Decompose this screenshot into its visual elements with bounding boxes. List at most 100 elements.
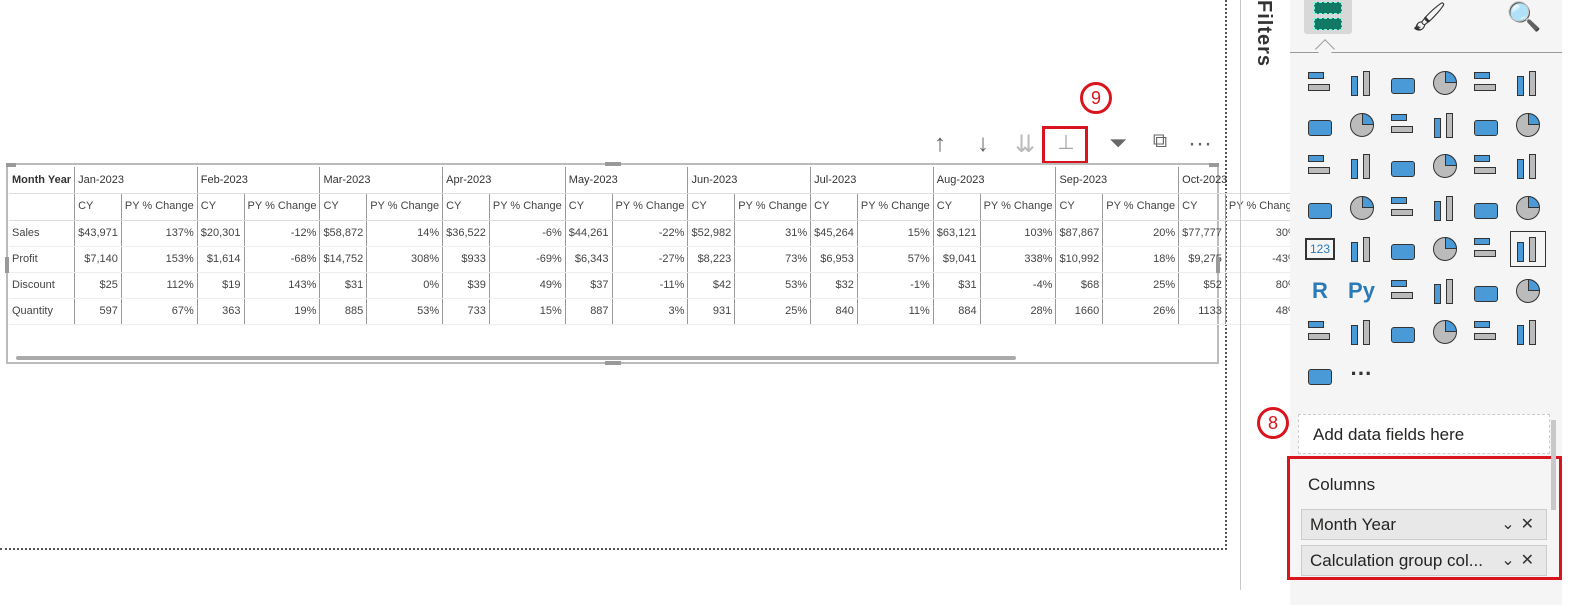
100-stacked-column-icon[interactable] — [1513, 68, 1543, 98]
treemap-icon[interactable] — [1305, 193, 1335, 223]
donut-icon[interactable] — [1513, 151, 1543, 181]
scatter-icon[interactable] — [1430, 151, 1460, 181]
cy-header[interactable]: CY — [687, 193, 735, 221]
analytics-icon[interactable]: 🔍 — [1500, 0, 1548, 34]
resize-handle[interactable] — [605, 162, 621, 166]
columns-label: Columns — [1308, 475, 1376, 494]
smart-narrative-card-icon[interactable] — [1388, 317, 1418, 347]
py-change-header[interactable]: PY % Change — [243, 193, 320, 221]
chevron-down-icon[interactable]: ⌄ — [1501, 516, 1520, 533]
month-header[interactable]: May-2023 — [564, 167, 688, 194]
stacked-bar-icon[interactable] — [1305, 68, 1335, 98]
resize-handle[interactable] — [1216, 257, 1220, 273]
cy-header[interactable]: CY — [1055, 193, 1103, 221]
qa-icon[interactable] — [1471, 276, 1501, 306]
table-icon[interactable] — [1471, 234, 1501, 264]
funnel-icon[interactable] — [1388, 151, 1418, 181]
horizontal-scrollbar[interactable] — [16, 356, 1016, 360]
line-stacked-column-icon[interactable] — [1513, 110, 1543, 140]
field-pill-month-year[interactable]: Month Year ⌄✕ — [1301, 509, 1547, 540]
resize-handle[interactable] — [605, 361, 621, 365]
py-change-header[interactable]: PY % Change — [1102, 193, 1179, 221]
month-header[interactable]: Feb-2023 — [196, 167, 320, 194]
drill-up-icon[interactable]: ↑ — [925, 130, 955, 158]
py-change-header[interactable]: PY % Change — [366, 193, 443, 221]
close-icon[interactable]: ✕ — [1521, 516, 1540, 533]
py-change-header[interactable]: PY % Change — [734, 193, 811, 221]
gauge-icon[interactable] — [1513, 193, 1543, 223]
decomposition-tree-icon[interactable] — [1430, 276, 1460, 306]
power-apps-icon[interactable] — [1513, 317, 1543, 347]
focus-mode-icon[interactable]: ⧉ — [1145, 130, 1175, 153]
power-bi-report-icon[interactable] — [1347, 317, 1377, 347]
area-icon[interactable] — [1347, 110, 1377, 140]
power-automate-icon[interactable] — [1305, 359, 1335, 389]
cy-header[interactable]: CY — [810, 193, 858, 221]
ribbon-icon[interactable] — [1305, 151, 1335, 181]
waterfall-icon[interactable] — [1347, 151, 1377, 181]
100-stacked-area-icon[interactable] — [1430, 110, 1460, 140]
chevron-down-icon[interactable]: ⌄ — [1501, 552, 1520, 569]
py-change-header[interactable]: PY % Change — [120, 193, 198, 221]
format-visual-icon[interactable]: 🖌 — [1405, 0, 1453, 34]
cy-header[interactable]: CY — [74, 193, 122, 221]
cy-header[interactable]: CY — [932, 193, 981, 221]
month-header[interactable]: Sep-2023 — [1055, 167, 1179, 194]
field-pill-calculation-group[interactable]: Calculation group col... ⌄✕ — [1301, 545, 1547, 576]
cy-header[interactable]: CY — [319, 193, 367, 221]
py-change-header[interactable]: PY % Change — [856, 193, 934, 221]
line-clustered-column-icon[interactable] — [1471, 110, 1501, 140]
py-change-header[interactable]: PY % Change — [488, 193, 566, 221]
slicer-icon[interactable] — [1430, 234, 1460, 264]
line-icon[interactable] — [1305, 110, 1335, 140]
resize-handle[interactable] — [1209, 163, 1219, 167]
py-change-header[interactable]: PY % Change — [979, 193, 1056, 221]
kpi-icon[interactable] — [1388, 234, 1418, 264]
card-icon[interactable]: 123 — [1305, 234, 1335, 264]
filled-map-icon[interactable] — [1388, 193, 1418, 223]
filter-icon[interactable]: ⏷ — [1103, 130, 1133, 156]
key-influencers-icon[interactable] — [1388, 276, 1418, 306]
r-visual-icon[interactable]: R — [1305, 276, 1335, 306]
shape-map-icon[interactable] — [1430, 193, 1460, 223]
resize-handle[interactable] — [6, 163, 16, 167]
goals-icon[interactable] — [1305, 317, 1335, 347]
cy-header[interactable]: CY — [442, 193, 490, 221]
matrix-visual[interactable]: Month Year Jan-2023 Feb-2023 Mar-2023 Apr-20… — [5, 162, 1301, 365]
map-icon[interactable] — [1347, 193, 1377, 223]
100-stacked-bar-icon[interactable] — [1471, 68, 1501, 98]
month-header[interactable]: Apr-2023 — [442, 167, 566, 194]
smart-narrative-slicer-icon[interactable] — [1430, 317, 1460, 347]
month-header[interactable]: Mar-2023 — [319, 167, 443, 194]
multi-row-card-icon[interactable] — [1347, 234, 1377, 264]
filters-label[interactable]: Filters — [1252, 0, 1275, 67]
build-visual-icon[interactable] — [1304, 0, 1352, 34]
more-icon[interactable]: ··· — [1347, 359, 1377, 389]
cy-header[interactable]: CY — [1178, 193, 1226, 221]
resize-handle[interactable] — [5, 257, 9, 273]
drill-down-icon[interactable]: ↓ — [968, 130, 998, 158]
filters-pane-collapsed[interactable] — [1229, 0, 1241, 590]
clustered-column-icon[interactable] — [1430, 68, 1460, 98]
cy-header[interactable]: CY — [196, 193, 245, 221]
month-header[interactable]: Jan-2023 — [74, 167, 198, 194]
arcgis-icon[interactable] — [1471, 317, 1501, 347]
month-header[interactable]: Jul-2023 — [810, 167, 934, 194]
month-header[interactable]: Aug-2023 — [932, 167, 1056, 194]
pane-scrollbar[interactable] — [1551, 420, 1556, 510]
more-options-icon[interactable]: ··· — [1185, 130, 1215, 158]
python-visual-icon[interactable]: Py — [1347, 276, 1377, 306]
clustered-bar-icon[interactable] — [1388, 68, 1418, 98]
pie-icon[interactable] — [1471, 151, 1501, 181]
py-change-cell: -11% — [611, 272, 688, 299]
month-header[interactable]: Jun-2023 — [687, 167, 811, 194]
stacked-column-icon[interactable] — [1347, 68, 1377, 98]
azure-map-icon[interactable] — [1471, 193, 1501, 223]
py-change-header[interactable]: PY % Change — [611, 193, 688, 221]
stacked-area-icon[interactable] — [1388, 110, 1418, 140]
close-icon[interactable]: ✕ — [1521, 552, 1540, 569]
cy-header[interactable]: CY — [564, 193, 613, 221]
expand-next-level-icon[interactable]: ⇊ — [1010, 130, 1040, 159]
paginated-report-icon[interactable] — [1513, 276, 1543, 306]
add-data-fields-dropzone[interactable]: Add data fields here — [1298, 414, 1550, 454]
